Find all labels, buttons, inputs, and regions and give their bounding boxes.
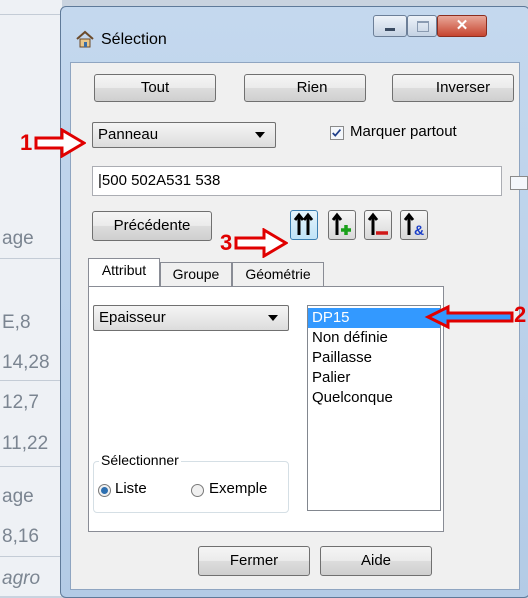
add-selection-button[interactable] xyxy=(328,210,356,240)
minimize-button[interactable] xyxy=(373,15,407,37)
radio-exemple-label: Exemple xyxy=(209,480,268,497)
element-type-select[interactable]: Panneau xyxy=(92,122,276,148)
values-list[interactable]: DP15 Non définie Paillasse Palier Quelco… xyxy=(307,305,441,511)
background-cell: 8,16 xyxy=(2,526,39,547)
add-icon xyxy=(331,212,351,235)
select-mode-label: Sélectionner xyxy=(99,452,181,468)
remove-selection-button[interactable] xyxy=(364,210,392,240)
background-cell: age xyxy=(2,486,34,507)
attribute-value: Epaisseur xyxy=(99,309,166,326)
tab-groupe[interactable]: Groupe xyxy=(160,262,232,286)
attribute-select[interactable]: Epaisseur xyxy=(93,305,289,331)
background-cell: 11,22 xyxy=(2,433,49,454)
help-button[interactable]: Aide xyxy=(320,546,432,576)
dialog-title: Sélection xyxy=(101,31,167,48)
tab-strip: Attribut Groupe Géométrie xyxy=(88,258,444,286)
background-cell: age xyxy=(2,228,34,249)
list-item[interactable]: Quelconque xyxy=(308,388,440,408)
close-icon: ✕ xyxy=(455,17,469,34)
annotation-arrow-3 xyxy=(234,228,288,258)
invert-selection-button[interactable]: Inverser xyxy=(392,74,514,102)
and-icon: & xyxy=(403,212,424,238)
list-item[interactable]: Non définie xyxy=(308,328,440,348)
house-icon xyxy=(76,30,94,48)
ids-field[interactable]: |500 502A531 538 xyxy=(92,166,502,196)
annotation-arrow-1 xyxy=(34,128,86,158)
background-cell: agro xyxy=(2,568,41,589)
chevron-down-icon xyxy=(255,132,265,138)
background-cell: 14,28 xyxy=(2,352,50,373)
annotation-arrow-2 xyxy=(424,304,514,330)
select-all-button[interactable]: Tout xyxy=(94,74,216,102)
chevron-down-icon xyxy=(268,315,278,321)
mark-everywhere-checkbox[interactable] xyxy=(330,126,344,140)
radio-liste-label: Liste xyxy=(115,480,147,497)
annotation-marker-2: 2 xyxy=(514,302,527,327)
svg-text:&: & xyxy=(414,222,424,238)
previous-button[interactable]: Précédente xyxy=(92,211,212,241)
and-selection-button[interactable]: & xyxy=(400,210,428,240)
annotation-marker-3: 3 xyxy=(220,230,233,255)
list-item[interactable]: Paillasse xyxy=(308,348,440,368)
list-item[interactable]: DP15 xyxy=(308,308,440,328)
tab-geometrie[interactable]: Géométrie xyxy=(232,262,324,286)
up-arrows-icon xyxy=(293,212,314,235)
select-all-up-button[interactable] xyxy=(290,210,318,240)
minimize-icon xyxy=(385,28,395,31)
annotation-marker-1: 1 xyxy=(20,130,33,155)
background-app: age E,8 14,28 12,7 11,22 age 8,16 agro xyxy=(0,0,62,596)
title-bar[interactable]: Sélection ✕ xyxy=(61,7,528,63)
radio-exemple[interactable] xyxy=(191,484,204,497)
radio-liste[interactable] xyxy=(98,484,111,497)
attribute-panel: Epaisseur DP15 Non définie Paillasse Pal… xyxy=(88,286,444,532)
select-none-button[interactable]: Rien xyxy=(244,74,366,102)
element-type-value: Panneau xyxy=(98,126,159,143)
background-cell: 12,7 xyxy=(2,392,39,413)
mark-everywhere-label: Marquer partout xyxy=(350,123,457,140)
checkmark-icon xyxy=(332,129,342,137)
maximize-button[interactable] xyxy=(407,15,437,37)
background-cell: E,8 xyxy=(2,312,31,333)
maximize-icon xyxy=(417,21,429,32)
remove-icon xyxy=(367,212,388,235)
tab-attribut[interactable]: Attribut xyxy=(88,258,160,286)
close-button[interactable]: Fermer xyxy=(198,546,310,576)
list-item[interactable]: Palier xyxy=(308,368,440,388)
close-window-button[interactable]: ✕ xyxy=(437,15,487,37)
extra-checkbox[interactable] xyxy=(510,176,528,190)
